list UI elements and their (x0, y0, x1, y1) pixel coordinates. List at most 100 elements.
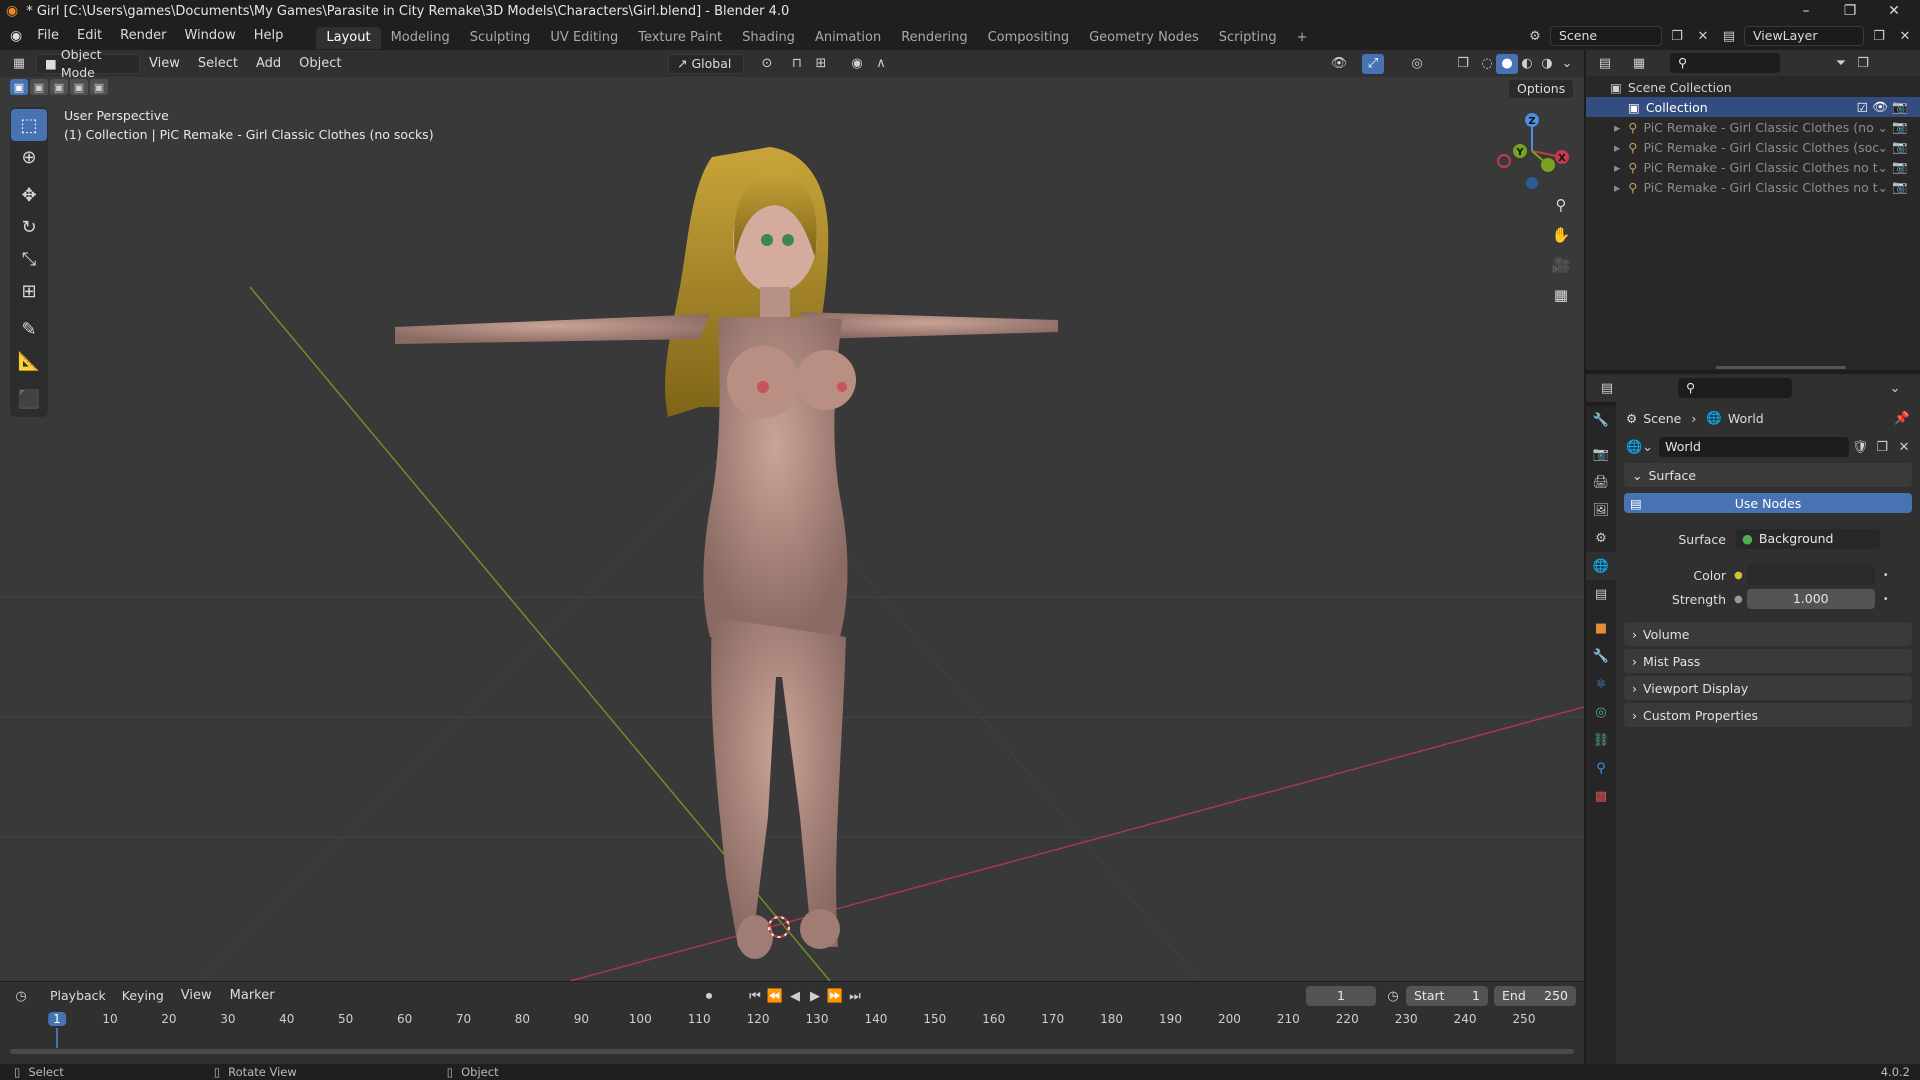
view-layer-tab-icon[interactable]: 🖼 (1586, 496, 1616, 524)
outliner-object-row[interactable]: ▸ ⚲ PiC Remake - Girl Classic Clothes (s… (1586, 137, 1920, 157)
solid-shading-icon[interactable]: ● (1496, 53, 1518, 74)
rendered-shading-icon[interactable]: ◑ (1536, 54, 1558, 74)
tab-rendering[interactable]: Rendering (891, 27, 977, 49)
orientation-selector[interactable]: ↗ Global (668, 53, 744, 74)
world-browse-icon[interactable]: 🌐⌄ (1626, 440, 1653, 455)
options-dropdown[interactable]: Options (1508, 79, 1575, 99)
shading-options-icon[interactable]: ⌄ (1556, 54, 1578, 74)
keyframe-dot-icon[interactable]: • (1883, 570, 1889, 581)
editor-type-icon[interactable]: ▦ (8, 54, 30, 74)
visibility-hidden-icon[interactable]: ⌄ (1878, 120, 1888, 135)
camera-icon[interactable]: 📷 (1892, 139, 1908, 155)
add-workspace-button[interactable]: + (1287, 27, 1318, 49)
render-tab-icon[interactable]: 📷 (1586, 440, 1616, 468)
tab-compositing[interactable]: Compositing (978, 27, 1080, 49)
menu-select[interactable]: Select (189, 50, 247, 78)
menu-help[interactable]: Help (245, 22, 293, 50)
camera-view-icon[interactable]: 🎥 (1547, 251, 1575, 279)
pin-icon[interactable]: 📌 (1894, 410, 1910, 426)
menu-add[interactable]: Add (247, 50, 290, 78)
visibility-icon[interactable]: 👁 (1328, 54, 1350, 74)
strength-field[interactable]: 1.000 (1746, 589, 1875, 609)
expand-arrow-icon[interactable]: ▸ (1614, 180, 1620, 195)
use-nodes-button[interactable]: ▤ Use Nodes (1624, 493, 1912, 513)
mist-pass-panel-header[interactable]: › Mist Pass (1624, 649, 1912, 673)
view-layer-icon[interactable]: ▤ (1718, 26, 1740, 46)
texture-tab-icon[interactable]: ▩ (1586, 782, 1616, 810)
grid-icon[interactable]: ▦ (1547, 281, 1575, 309)
properties-search-input[interactable]: ⚲ (1678, 378, 1792, 398)
select-box-tool[interactable]: ⬚ (11, 109, 47, 141)
physics-tab-icon[interactable]: ◎ (1586, 698, 1616, 726)
object-tab-icon[interactable]: ■ (1586, 614, 1616, 642)
mode-selector[interactable]: ■ Object Mode (36, 47, 140, 80)
outliner-object-row[interactable]: ▸ ⚲ PiC Remake - Girl Classic Clothes no… (1586, 177, 1920, 197)
output-tab-icon[interactable]: 🖨 (1586, 468, 1616, 496)
data-tab-icon[interactable]: ⚲ (1586, 754, 1616, 782)
expand-arrow-icon[interactable]: ▸ (1614, 160, 1620, 175)
timeline-scrollbar[interactable] (10, 1049, 1574, 1054)
duplicate-world-icon[interactable]: ❐ (1871, 437, 1893, 457)
rotate-tool[interactable]: ↻ (11, 211, 47, 243)
transform-tool[interactable]: ⊞ (11, 275, 47, 307)
expand-arrow-icon[interactable]: ▸ (1614, 140, 1620, 155)
tool-tab-icon[interactable]: 🔧 (1586, 406, 1616, 434)
scene-icon[interactable]: ⚙ (1524, 26, 1546, 46)
blender-menu-icon[interactable]: ◉ (10, 28, 22, 44)
select-extend-icon[interactable]: ▣ (30, 79, 48, 95)
scene-tab-icon[interactable]: ⚙ (1586, 524, 1616, 552)
tab-geometry-nodes[interactable]: Geometry Nodes (1079, 27, 1209, 49)
maximize-button[interactable]: ❐ (1828, 0, 1872, 22)
surface-panel-header[interactable]: ⌄ Surface (1624, 463, 1912, 487)
particles-tab-icon[interactable]: ⚛ (1586, 670, 1616, 698)
overlay-icon[interactable]: ◎ (1406, 54, 1428, 74)
tab-modeling[interactable]: Modeling (381, 27, 460, 49)
surface-shader-selector[interactable]: ● Background (1736, 529, 1880, 549)
properties-editor-type-icon[interactable]: ▤ (1596, 378, 1618, 398)
volume-panel-header[interactable]: › Volume (1624, 622, 1912, 646)
tab-scripting[interactable]: Scripting (1209, 27, 1287, 49)
pivot-icon[interactable]: ⊙ (756, 54, 778, 74)
proportional-edit-icon[interactable]: ◉ (846, 54, 868, 74)
visibility-hidden-icon[interactable]: ⌄ (1878, 180, 1888, 195)
hand-icon[interactable]: ✋ (1547, 221, 1575, 249)
collection-checkbox[interactable]: ☑ (1857, 100, 1868, 115)
view-layer-selector[interactable]: ViewLayer (1744, 26, 1864, 46)
menu-view[interactable]: View (140, 50, 189, 78)
annotate-tool[interactable]: ✎ (11, 313, 47, 345)
scale-tool[interactable]: ⤡ (11, 243, 47, 275)
delete-view-layer-icon[interactable]: ✕ (1894, 26, 1916, 46)
color-socket-icon[interactable]: ● (1734, 570, 1743, 581)
wireframe-shading-icon[interactable]: ◌ (1476, 54, 1498, 74)
constraints-tab-icon[interactable]: ⛓ (1586, 726, 1616, 754)
outliner-editor-type-icon[interactable]: ▤ (1594, 53, 1616, 73)
select-subtract-icon[interactable]: ▣ (50, 79, 68, 95)
new-collection-icon[interactable]: ❐ (1852, 53, 1874, 73)
custom-properties-panel-header[interactable]: › Custom Properties (1624, 703, 1912, 727)
tab-layout[interactable]: Layout (316, 26, 381, 49)
tab-texture-paint[interactable]: Texture Paint (628, 27, 732, 49)
camera-icon[interactable]: 📷 (1892, 179, 1908, 195)
properties-options-icon[interactable]: ⌄ (1884, 378, 1906, 398)
fake-user-icon[interactable]: 🛡 (1849, 437, 1871, 457)
xray-icon[interactable]: ❐ (1452, 54, 1474, 74)
expand-arrow-icon[interactable]: ▸ (1614, 120, 1620, 135)
outliner-object-row[interactable]: ▸ ⚲ PiC Remake - Girl Classic Clothes no… (1586, 157, 1920, 177)
move-tool[interactable]: ✥ (11, 179, 47, 211)
tab-sculpting[interactable]: Sculpting (460, 27, 541, 49)
falloff-icon[interactable]: ∧ (870, 54, 892, 74)
tab-animation[interactable]: Animation (805, 27, 891, 49)
camera-icon[interactable]: 📷 (1892, 99, 1908, 115)
viewport-display-panel-header[interactable]: › Viewport Display (1624, 676, 1912, 700)
outliner-scrollbar[interactable] (1716, 366, 1846, 369)
close-button[interactable]: ✕ (1872, 0, 1916, 22)
add-cube-tool[interactable]: ⬛ (11, 383, 47, 415)
camera-icon[interactable]: 📷 (1892, 159, 1908, 175)
menu-window[interactable]: Window (175, 22, 244, 50)
tab-shading[interactable]: Shading (732, 27, 805, 49)
camera-icon[interactable]: 📷 (1892, 119, 1908, 135)
gizmo-toggle-icon[interactable]: ⤢ (1362, 53, 1384, 74)
tab-uv-editing[interactable]: UV Editing (540, 27, 628, 49)
strength-socket-icon[interactable]: ● (1734, 594, 1743, 605)
playhead[interactable] (56, 1028, 58, 1048)
